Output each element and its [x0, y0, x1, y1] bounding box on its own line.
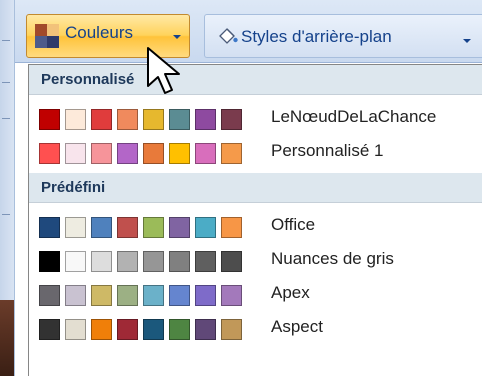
color-swatch — [65, 319, 86, 340]
color-swatch — [39, 285, 60, 306]
color-swatch — [169, 109, 190, 130]
color-swatch — [143, 319, 164, 340]
slide-thumbnail-fragment — [0, 300, 14, 376]
color-swatch — [91, 143, 112, 164]
color-swatch — [143, 143, 164, 164]
color-swatch — [169, 217, 190, 238]
color-swatch — [195, 251, 216, 272]
color-swatch — [195, 319, 216, 340]
ribbon-separator — [2, 82, 10, 83]
theme-name: Office — [271, 215, 316, 234]
ribbon-separator — [2, 118, 10, 119]
chevron-down-icon — [173, 35, 181, 39]
color-swatch — [143, 109, 164, 130]
ribbon-separator — [2, 40, 10, 41]
color-swatch — [143, 217, 164, 238]
section-title: Personnalisé — [41, 71, 135, 88]
color-swatch — [117, 251, 138, 272]
theme-name: Aspect — [271, 317, 323, 336]
color-swatch — [65, 217, 86, 238]
colors-dropdown-menu: Personnalisé LeNœudDeLaChance Personnalisé… — [28, 64, 482, 376]
color-swatch — [195, 109, 216, 130]
color-swatch — [65, 285, 86, 306]
theme-colors-icon — [35, 24, 59, 48]
theme-color-option[interactable]: Aspect — [29, 312, 482, 342]
background-styles-icon — [219, 28, 238, 44]
theme-color-option[interactable]: Apex — [29, 278, 482, 308]
color-swatch — [195, 285, 216, 306]
color-swatch — [169, 143, 190, 164]
section-title: Prédéfini — [41, 179, 106, 196]
ribbon-separator — [2, 214, 10, 215]
background-styles-label: Styles d'arrière-plan — [241, 27, 392, 46]
color-swatch — [117, 143, 138, 164]
color-swatch — [91, 217, 112, 238]
theme-color-option[interactable]: Nuances de gris — [29, 244, 482, 274]
color-swatch — [39, 251, 60, 272]
color-swatch — [91, 251, 112, 272]
color-swatch — [39, 319, 60, 340]
color-swatch — [91, 285, 112, 306]
chevron-down-icon — [463, 39, 471, 43]
color-swatch — [195, 217, 216, 238]
color-swatch — [117, 285, 138, 306]
color-swatch — [117, 109, 138, 130]
background-styles-button[interactable]: Styles d'arrière-plan — [204, 14, 482, 58]
color-swatch — [221, 319, 242, 340]
color-swatch — [39, 109, 60, 130]
color-swatch — [91, 109, 112, 130]
colors-button-label: Couleurs — [65, 23, 134, 42]
color-swatch — [143, 285, 164, 306]
color-swatch — [143, 251, 164, 272]
color-swatch — [117, 217, 138, 238]
color-swatch — [169, 251, 190, 272]
color-swatch — [65, 143, 86, 164]
color-swatch — [169, 319, 190, 340]
color-swatch — [195, 143, 216, 164]
color-swatch — [39, 217, 60, 238]
theme-color-option[interactable]: LeNœudDeLaChance — [29, 102, 482, 132]
color-swatch — [39, 143, 60, 164]
color-swatch — [221, 143, 242, 164]
color-swatch — [221, 251, 242, 272]
theme-name: LeNœudDeLaChance — [271, 107, 437, 126]
color-swatch — [65, 109, 86, 130]
menu-section-header: Personnalisé — [29, 65, 482, 95]
color-swatch — [117, 319, 138, 340]
color-swatch — [221, 285, 242, 306]
color-swatch — [65, 251, 86, 272]
color-swatch — [169, 285, 190, 306]
color-swatch — [221, 217, 242, 238]
theme-color-option[interactable]: Office — [29, 210, 482, 240]
menu-section-header: Prédéfini — [29, 173, 482, 203]
theme-name: Nuances de gris — [271, 249, 394, 268]
theme-name: Personnalisé 1 — [271, 141, 384, 160]
color-swatch — [91, 319, 112, 340]
mouse-pointer-icon — [147, 47, 180, 94]
color-swatch — [221, 109, 242, 130]
theme-color-option[interactable]: Personnalisé 1 — [29, 136, 482, 166]
theme-name: Apex — [271, 283, 310, 302]
